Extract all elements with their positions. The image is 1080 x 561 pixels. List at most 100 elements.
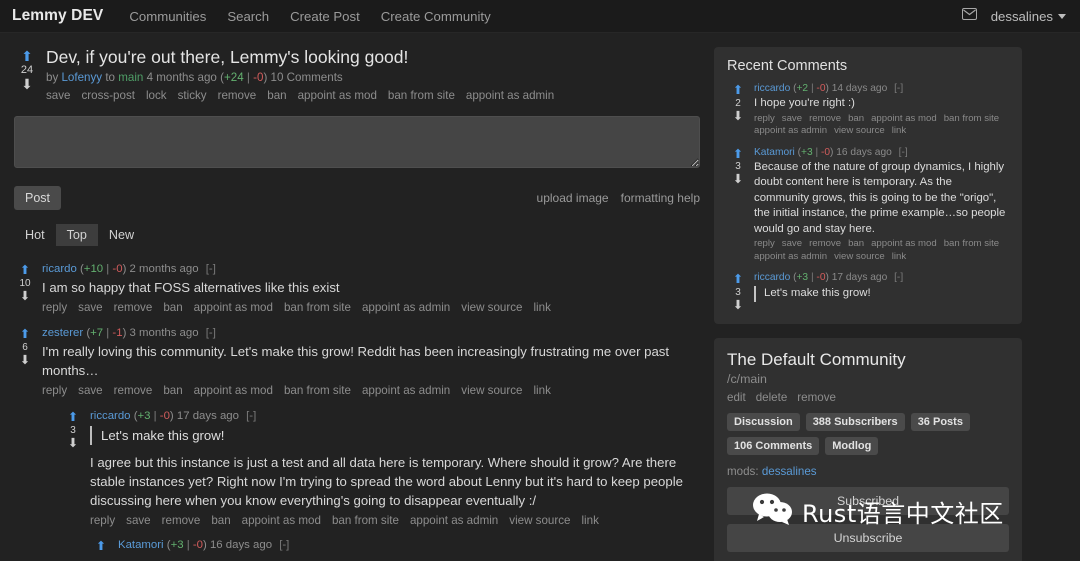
collapse-toggle[interactable]: [-] bbox=[894, 272, 903, 283]
comment-action-ban-from-site[interactable]: ban from site bbox=[332, 513, 399, 529]
comment-action-link[interactable]: link bbox=[581, 513, 598, 529]
rc-action-remove[interactable]: remove bbox=[809, 113, 841, 126]
nav-link-create-post[interactable]: Create Post bbox=[290, 9, 360, 24]
post-comment-button[interactable]: Post bbox=[14, 186, 62, 210]
post-action-cross-post[interactable]: cross-post bbox=[82, 88, 135, 104]
envelope-icon[interactable] bbox=[961, 7, 977, 25]
post-author-link[interactable]: Lofenyy bbox=[61, 71, 102, 84]
comment-action-appoint-as-mod[interactable]: appoint as mod bbox=[194, 383, 273, 399]
rc-action-link[interactable]: link bbox=[892, 125, 906, 138]
unsubscribe-button[interactable]: Unsubscribe bbox=[727, 524, 1009, 552]
downvote-icon[interactable]: ⬇ bbox=[733, 173, 743, 186]
upvote-icon[interactable]: ⬆ bbox=[68, 411, 78, 424]
brand-logo[interactable]: Lemmy DEV bbox=[12, 7, 103, 25]
community-delete-link[interactable]: delete bbox=[756, 391, 788, 404]
upvote-icon[interactable]: ⬆ bbox=[20, 328, 30, 341]
rc-action-ban[interactable]: ban bbox=[848, 113, 864, 126]
badge-comments[interactable]: 106 Comments bbox=[727, 437, 820, 455]
post-action-appoint-as-admin[interactable]: appoint as admin bbox=[466, 88, 554, 104]
community-edit-link[interactable]: edit bbox=[727, 391, 746, 404]
collapse-toggle[interactable]: [-] bbox=[206, 327, 216, 339]
nav-link-communities[interactable]: Communities bbox=[129, 9, 206, 24]
rc-action-reply[interactable]: reply bbox=[754, 113, 775, 126]
recent-comment-author-link[interactable]: riccardo bbox=[754, 83, 790, 94]
rc-action-appoint-as-mod[interactable]: appoint as mod bbox=[871, 113, 937, 126]
subscribed-button[interactable]: Subscribed bbox=[727, 487, 1009, 515]
comment-action-ban-from-site[interactable]: ban from site bbox=[284, 383, 351, 399]
comment-action-view-source[interactable]: view source bbox=[461, 383, 522, 399]
rc-action-view-source[interactable]: view source bbox=[834, 251, 885, 264]
collapse-toggle[interactable]: [-] bbox=[899, 147, 908, 158]
post-action-ban[interactable]: ban bbox=[267, 88, 286, 104]
rc-action-link[interactable]: link bbox=[892, 251, 906, 264]
comment-action-reply[interactable]: reply bbox=[90, 513, 115, 529]
post-action-sticky[interactable]: sticky bbox=[178, 88, 207, 104]
comment-action-save[interactable]: save bbox=[126, 513, 151, 529]
rc-action-reply[interactable]: reply bbox=[754, 238, 775, 251]
sort-tab-top[interactable]: Top bbox=[55, 224, 98, 246]
mod-link-dessalines[interactable]: dessalines bbox=[762, 465, 817, 478]
comment-action-appoint-as-admin[interactable]: appoint as admin bbox=[410, 513, 498, 529]
post-comments-count[interactable]: 10 Comments bbox=[271, 71, 343, 84]
community-remove-link[interactable]: remove bbox=[797, 391, 836, 404]
rc-action-ban[interactable]: ban bbox=[848, 238, 864, 251]
collapse-toggle[interactable]: [-] bbox=[246, 410, 256, 422]
collapse-toggle[interactable]: [-] bbox=[894, 83, 903, 94]
upload-image-link[interactable]: upload image bbox=[537, 191, 609, 205]
rc-action-appoint-as-admin[interactable]: appoint as admin bbox=[754, 251, 827, 264]
rc-action-appoint-as-admin[interactable]: appoint as admin bbox=[754, 125, 827, 138]
badge-posts[interactable]: 36 Posts bbox=[910, 413, 970, 431]
badge-discussion[interactable]: Discussion bbox=[727, 413, 800, 431]
comment-action-reply[interactable]: reply bbox=[42, 300, 67, 316]
upvote-icon[interactable]: ⬆ bbox=[21, 49, 33, 63]
sort-tab-new[interactable]: New bbox=[98, 224, 145, 246]
upvote-icon[interactable]: ⬆ bbox=[20, 264, 30, 277]
recent-comment-author-link[interactable]: riccardo bbox=[754, 272, 790, 283]
post-action-appoint-as-mod[interactable]: appoint as mod bbox=[298, 88, 377, 104]
comment-input[interactable] bbox=[14, 116, 700, 168]
downvote-icon[interactable]: ⬇ bbox=[20, 353, 30, 367]
rc-action-save[interactable]: save bbox=[782, 238, 802, 251]
comment-action-save[interactable]: save bbox=[78, 300, 103, 316]
comment-action-save[interactable]: save bbox=[78, 383, 103, 399]
comment-action-link[interactable]: link bbox=[533, 383, 550, 399]
rc-action-remove[interactable]: remove bbox=[809, 238, 841, 251]
post-action-ban-from-site[interactable]: ban from site bbox=[388, 88, 455, 104]
comment-action-reply[interactable]: reply bbox=[42, 383, 67, 399]
comment-author-link[interactable]: zesterer bbox=[42, 327, 83, 339]
downvote-icon[interactable]: ⬇ bbox=[733, 109, 743, 123]
comment-action-ban[interactable]: ban bbox=[163, 383, 182, 399]
user-menu[interactable]: dessalines bbox=[991, 9, 1066, 24]
comment-action-remove[interactable]: remove bbox=[162, 513, 201, 529]
comment-action-view-source[interactable]: view source bbox=[509, 513, 570, 529]
post-action-save[interactable]: save bbox=[46, 88, 71, 104]
collapse-toggle[interactable]: [-] bbox=[279, 539, 289, 551]
badge-subscribers[interactable]: 388 Subscribers bbox=[805, 413, 905, 431]
comment-action-appoint-as-mod[interactable]: appoint as mod bbox=[242, 513, 321, 529]
sort-tab-hot[interactable]: Hot bbox=[14, 224, 56, 246]
downvote-icon[interactable]: ⬇ bbox=[68, 436, 78, 450]
comment-action-remove[interactable]: remove bbox=[114, 383, 153, 399]
comment-author-link[interactable]: riccardo bbox=[90, 410, 131, 422]
comment-action-view-source[interactable]: view source bbox=[461, 300, 522, 316]
post-title[interactable]: Dev, if you're out there, Lemmy's lookin… bbox=[46, 47, 700, 68]
downvote-icon[interactable]: ⬇ bbox=[733, 298, 743, 312]
downvote-icon[interactable]: ⬇ bbox=[21, 77, 33, 91]
comment-action-appoint-as-admin[interactable]: appoint as admin bbox=[362, 383, 450, 399]
comment-action-appoint-as-mod[interactable]: appoint as mod bbox=[194, 300, 273, 316]
rc-action-save[interactable]: save bbox=[782, 113, 802, 126]
comment-action-appoint-as-admin[interactable]: appoint as admin bbox=[362, 300, 450, 316]
formatting-help-link[interactable]: formatting help bbox=[621, 191, 700, 205]
rc-action-ban-from-site[interactable]: ban from site bbox=[944, 238, 999, 251]
post-action-remove[interactable]: remove bbox=[218, 88, 257, 104]
comment-action-ban[interactable]: ban bbox=[211, 513, 230, 529]
nav-link-create-community[interactable]: Create Community bbox=[381, 9, 491, 24]
post-action-lock[interactable]: lock bbox=[146, 88, 167, 104]
comment-action-link[interactable]: link bbox=[533, 300, 550, 316]
upvote-icon[interactable]: ⬆ bbox=[96, 540, 106, 553]
comment-action-ban-from-site[interactable]: ban from site bbox=[284, 300, 351, 316]
rc-action-view-source[interactable]: view source bbox=[834, 125, 885, 138]
upvote-icon[interactable]: ⬆ bbox=[733, 273, 743, 286]
comment-author-link[interactable]: ricardo bbox=[42, 263, 77, 275]
comment-action-ban[interactable]: ban bbox=[163, 300, 182, 316]
